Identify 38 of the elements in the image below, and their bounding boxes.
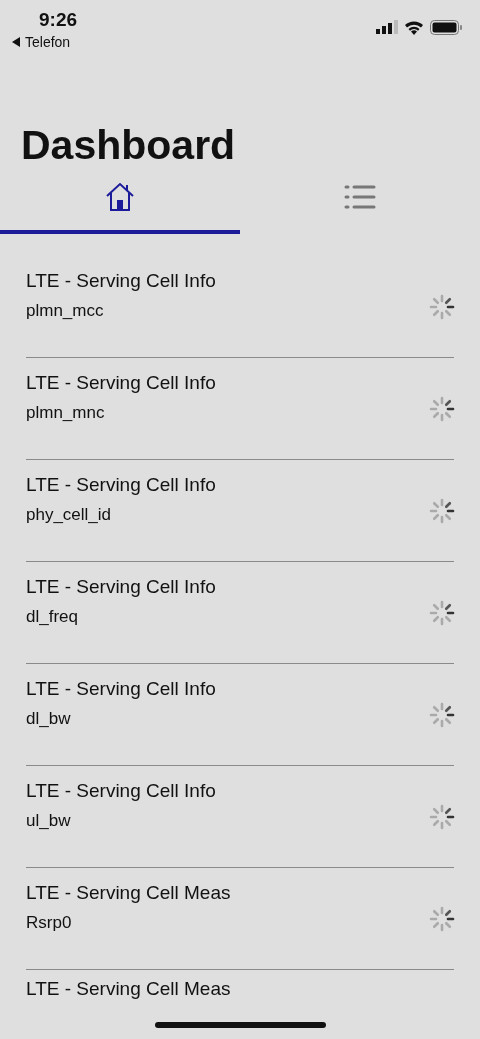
loading-spinner-icon	[428, 292, 456, 321]
item-field: dl_bw	[26, 709, 216, 729]
item-field: dl_freq	[26, 607, 216, 627]
item-title: LTE - Serving Cell Info	[26, 678, 216, 700]
wifi-icon	[404, 19, 424, 35]
loading-spinner-icon	[428, 394, 456, 423]
item-title: LTE - Serving Cell Meas	[26, 882, 231, 904]
list-item[interactable]: LTE - Serving Cell Info dl_bw	[26, 664, 454, 766]
item-title: LTE - Serving Cell Meas	[26, 978, 231, 999]
item-title: LTE - Serving Cell Info	[26, 474, 216, 496]
loading-spinner-icon	[428, 700, 456, 729]
list-item[interactable]: LTE - Serving Cell Meas Rsrp0	[26, 868, 454, 970]
loading-spinner-icon	[428, 598, 456, 627]
loading-spinner-icon	[428, 496, 456, 525]
list-item[interactable]: LTE - Serving Cell Info phy_cell_id	[26, 460, 454, 562]
item-field: ul_bw	[26, 811, 216, 831]
status-time: 9:26	[39, 9, 78, 31]
back-link[interactable]: Telefon	[12, 34, 71, 50]
list-item[interactable]: LTE - Serving Cell Info dl_freq	[26, 562, 454, 664]
item-field: phy_cell_id	[26, 505, 216, 525]
item-field: Rsrp0	[26, 913, 231, 933]
list-icon	[344, 183, 376, 211]
item-title: LTE - Serving Cell Info	[26, 780, 216, 802]
signal-icon	[376, 20, 398, 34]
item-title: LTE - Serving Cell Info	[26, 372, 216, 394]
back-arrow-icon	[12, 37, 20, 47]
battery-icon	[430, 19, 462, 35]
item-field: plmn_mcc	[26, 301, 216, 321]
item-field: plmn_mnc	[26, 403, 216, 423]
list-item[interactable]: LTE - Serving Cell Info ul_bw	[26, 766, 454, 868]
loading-spinner-icon	[428, 904, 456, 933]
item-title: LTE - Serving Cell Info	[26, 270, 216, 292]
item-title: LTE - Serving Cell Info	[26, 576, 216, 598]
home-icon	[104, 181, 136, 213]
page-title: Dashboard	[21, 122, 237, 168]
loading-spinner-icon	[428, 802, 456, 831]
list-item[interactable]: LTE - Serving Cell Info plmn_mcc	[26, 256, 454, 358]
list-item[interactable]: LTE - Serving Cell Info plmn_mnc	[26, 358, 454, 460]
